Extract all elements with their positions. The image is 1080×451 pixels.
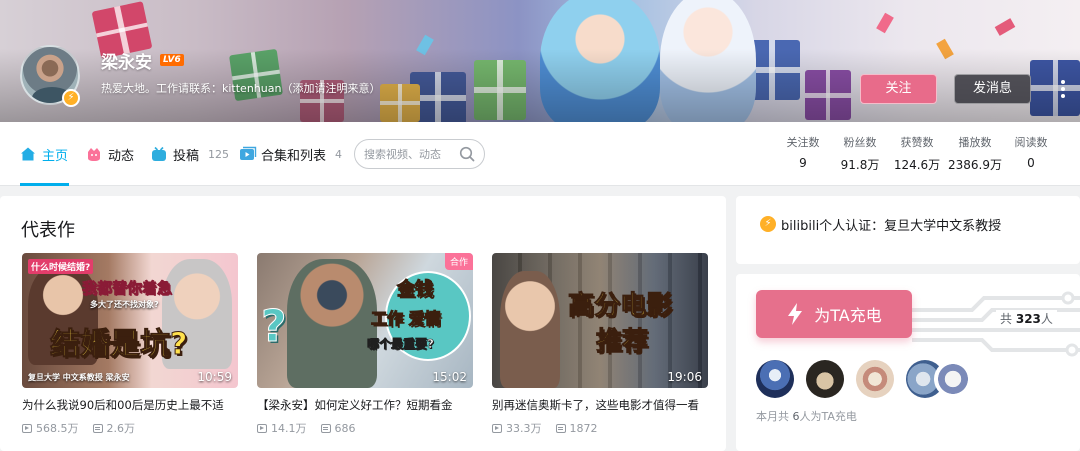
play-count-icon bbox=[492, 423, 502, 433]
user-name[interactable]: 梁永安 bbox=[101, 48, 152, 73]
thumbnail-person bbox=[500, 271, 560, 388]
certification-text: bilibili个人认证：复旦大学中文系教授 bbox=[781, 219, 1002, 234]
charger-avatar[interactable] bbox=[934, 360, 972, 398]
danmaku-icon bbox=[555, 423, 566, 433]
danmaku-icon bbox=[92, 423, 103, 433]
level-badge: LV6 bbox=[160, 54, 184, 66]
video-card[interactable]: ? 金钱 工作 爱情 哪个最重要? 合作 15:02 【梁永安】如何定义好工作？… bbox=[257, 253, 473, 436]
thumbnail-text: 推荐 bbox=[595, 327, 649, 358]
play-count: 568.5万 bbox=[36, 422, 79, 435]
profile-nav-bar: 主页 动态 投稿 125 合集和列表 4 关注数 9 粉丝数 91.8万 获赞数 bbox=[0, 122, 1080, 186]
charger-avatars bbox=[756, 360, 972, 398]
masterpiece-section: 代表作 什么时候结婚? 我都替你着急 多大了还不找对象? 结婚是坑? 复旦大学 … bbox=[0, 196, 726, 451]
play-count: 33.3万 bbox=[506, 422, 542, 435]
play-count: 14.1万 bbox=[271, 422, 307, 435]
dynamic-icon bbox=[86, 146, 102, 162]
video-thumbnail[interactable]: 高分电影 推荐 19:06 bbox=[492, 253, 708, 388]
user-signature: 热爱大地。工作请联系：kittenhuan（添加请注明来意） bbox=[101, 82, 381, 95]
charger-avatar[interactable] bbox=[756, 360, 794, 398]
thumbnail-text: 哪个最重要? bbox=[367, 337, 435, 352]
stat-following[interactable]: 关注数 9 bbox=[783, 134, 823, 170]
tab-label: 投稿 bbox=[173, 148, 200, 164]
thumbnail-text: 多大了还不找对象? bbox=[90, 300, 159, 309]
video-card[interactable]: 什么时候结婚? 我都替你着急 多大了还不找对象? 结婚是坑? 复旦大学 中文系教… bbox=[22, 253, 238, 436]
video-meta: 568.5万 2.6万 bbox=[22, 420, 238, 436]
search-input[interactable] bbox=[364, 147, 456, 161]
tab-collections[interactable]: 合集和列表 4 bbox=[239, 122, 342, 186]
thumbnail-text: 什么时候结婚? bbox=[28, 259, 94, 274]
search-icon[interactable] bbox=[459, 146, 475, 162]
danmaku-count: 2.6万 bbox=[106, 422, 136, 435]
message-button[interactable]: 发消息 bbox=[954, 74, 1031, 104]
video-card[interactable]: 高分电影 推荐 19:06 别再迷信奥斯卡了，这些电影才值得一看 33.3万 1… bbox=[492, 253, 708, 436]
charge-button-label: 为TA充电 bbox=[814, 306, 882, 325]
coop-badge: 合作 bbox=[444, 253, 473, 270]
section-title: 代表作 bbox=[21, 220, 75, 241]
video-duration: 15:02 bbox=[432, 370, 467, 384]
thumbnail-text: 我都替你着急 bbox=[82, 279, 173, 298]
tab-dynamic[interactable]: 动态 bbox=[86, 122, 134, 186]
danmaku-count: 1872 bbox=[569, 421, 598, 435]
search-box bbox=[354, 139, 485, 169]
video-meta: 14.1万 686 bbox=[257, 420, 473, 436]
thumbnail-headline: 结婚是坑? bbox=[49, 327, 188, 363]
lightning-badge-icon: ⚡ bbox=[760, 216, 776, 232]
video-thumbnail[interactable]: ? 金钱 工作 爱情 哪个最重要? 合作 15:02 bbox=[257, 253, 473, 388]
video-duration: 19:06 bbox=[667, 370, 702, 384]
danmaku-count: 686 bbox=[334, 421, 356, 435]
tab-uploads[interactable]: 投稿 125 bbox=[151, 122, 229, 186]
tab-label: 合集和列表 bbox=[261, 148, 327, 164]
follow-button[interactable]: 关注 bbox=[860, 74, 937, 104]
play-count-icon bbox=[257, 423, 267, 433]
verified-badge-icon: ⚡ bbox=[62, 89, 80, 107]
video-duration: 10:59 bbox=[197, 370, 232, 384]
tab-label: 主页 bbox=[42, 148, 69, 164]
thumbnail-question-mark: ? bbox=[261, 301, 288, 353]
charge-total: 共 323人 bbox=[996, 310, 1057, 327]
charger-avatar[interactable] bbox=[806, 360, 844, 398]
thumbnail-text: 金钱 bbox=[397, 279, 434, 301]
charge-panel: 为TA充电 共 323人 本月共 6人为TA充电 bbox=[736, 274, 1080, 451]
video-meta: 33.3万 1872 bbox=[492, 420, 708, 436]
thumbnail-caption: 复旦大学 中文系教授 梁永安 bbox=[28, 373, 130, 382]
home-icon bbox=[20, 146, 36, 162]
video-thumbnail[interactable]: 什么时候结婚? 我都替你着急 多大了还不找对象? 结婚是坑? 复旦大学 中文系教… bbox=[22, 253, 238, 388]
video-title[interactable]: 别再迷信奥斯卡了，这些电影才值得一看 bbox=[492, 397, 708, 413]
tab-home[interactable]: 主页 bbox=[20, 122, 69, 186]
charger-avatar[interactable] bbox=[856, 360, 894, 398]
charge-button[interactable]: 为TA充电 bbox=[756, 290, 912, 338]
certification-panel: ⚡ bilibili个人认证：复旦大学中文系教授 bbox=[736, 196, 1080, 264]
thumbnail-text: 工作 爱情 bbox=[371, 309, 442, 329]
more-options-icon[interactable] bbox=[1056, 78, 1070, 100]
thumbnail-person bbox=[287, 259, 377, 388]
play-count-icon bbox=[22, 423, 32, 433]
stat-fans[interactable]: 粉丝数 91.8万 bbox=[838, 134, 882, 173]
danmaku-icon bbox=[320, 423, 331, 433]
month-charge-note: 本月共 6人为TA充电 bbox=[756, 410, 857, 423]
stat-reads: 阅读数 0 bbox=[1014, 136, 1048, 170]
video-title[interactable]: 为什么我说90后和00后是历史上最不适 bbox=[22, 397, 238, 413]
video-title[interactable]: 【梁永安】如何定义好工作？短期看金 bbox=[257, 397, 473, 413]
stat-likes: 获赞数 124.6万 bbox=[893, 136, 941, 172]
tab-label: 动态 bbox=[108, 148, 135, 164]
tab-count: 4 bbox=[335, 147, 343, 161]
tab-count: 125 bbox=[208, 147, 230, 161]
thumbnail-text: 高分电影 bbox=[567, 291, 673, 322]
stat-plays: 播放数 2386.9万 bbox=[948, 136, 1002, 172]
upload-tv-icon bbox=[151, 146, 167, 162]
lightning-icon bbox=[788, 303, 803, 325]
collection-icon bbox=[239, 146, 257, 162]
